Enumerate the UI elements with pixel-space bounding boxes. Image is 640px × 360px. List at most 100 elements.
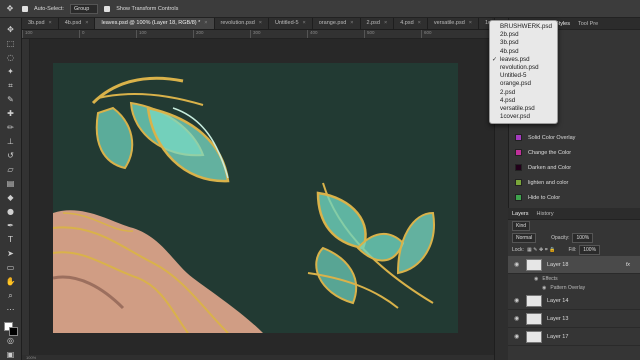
- style-label: lighten and color: [528, 179, 569, 186]
- tab-document[interactable]: 4b.psd ×: [59, 18, 96, 29]
- gradient-icon[interactable]: ▤: [5, 178, 17, 189]
- style-item[interactable]: Hide to Color: [509, 190, 640, 205]
- style-item[interactable]: Change the Color: [509, 145, 640, 160]
- effects-row[interactable]: ◉ Effects: [508, 274, 640, 283]
- crop-icon[interactable]: ⌗: [5, 80, 17, 91]
- document-menu-item[interactable]: BRUSHWERK.psd: [490, 23, 557, 31]
- layer-name: Layer 17: [547, 333, 569, 340]
- tab-document[interactable]: orange.psd ×: [313, 18, 361, 29]
- tab-document[interactable]: 3b.psd ×: [22, 18, 59, 29]
- tab-document[interactable]: versatile.psd ×: [428, 18, 479, 29]
- close-icon[interactable]: ×: [303, 20, 306, 27]
- menu-item-label: 4.psd: [500, 96, 516, 104]
- document-menu-item[interactable]: versatile.psd: [490, 105, 557, 113]
- lock-icons[interactable]: ▦ ✎ ✥ ⌗ 🔒: [527, 247, 556, 253]
- close-icon[interactable]: ×: [469, 20, 472, 27]
- fill-input[interactable]: 100%: [579, 245, 601, 255]
- close-icon[interactable]: ×: [384, 20, 387, 27]
- close-icon[interactable]: ×: [259, 20, 262, 27]
- shape-icon[interactable]: ▭: [5, 262, 17, 273]
- document-canvas[interactable]: [53, 63, 458, 333]
- style-swatch: [515, 134, 522, 141]
- more-tools-icon[interactable]: ⋯: [5, 304, 17, 315]
- close-icon[interactable]: ×: [204, 20, 207, 27]
- move-icon[interactable]: ✥: [5, 24, 17, 35]
- auto-select-dropdown[interactable]: Group: [69, 3, 99, 14]
- layer-row[interactable]: ◉ Layer 17: [508, 328, 640, 346]
- document-menu-item[interactable]: 2.psd: [490, 89, 557, 97]
- transform-controls-checkbox[interactable]: [104, 5, 111, 12]
- close-icon[interactable]: ×: [350, 20, 353, 27]
- tab-document[interactable]: leaves.psd @ 100% (Layer 18, RGB/8) * ×: [95, 18, 215, 29]
- document-menu-item[interactable]: 2b.psd: [490, 31, 557, 39]
- blend-mode-dropdown[interactable]: Normal: [512, 233, 537, 243]
- tab-label: 3b.psd: [28, 20, 45, 26]
- eyedropper-icon[interactable]: ✎: [5, 94, 17, 105]
- stamp-icon[interactable]: ⊥: [5, 136, 17, 147]
- visibility-eye-icon[interactable]: ◉: [514, 333, 521, 340]
- document-menu-item[interactable]: 4.psd: [490, 97, 557, 105]
- layer-row[interactable]: ◉ Layer 14: [508, 292, 640, 310]
- document-menu-item[interactable]: 1cover.psd: [490, 113, 557, 121]
- tab-layers[interactable]: Layers: [512, 211, 529, 217]
- close-icon[interactable]: ×: [418, 20, 421, 27]
- lasso-icon[interactable]: ◌: [5, 52, 17, 63]
- tab-label: 4.psd: [400, 20, 414, 26]
- eraser-icon[interactable]: ▱: [5, 164, 17, 175]
- brush-icon[interactable]: ✏: [5, 122, 17, 133]
- type-icon[interactable]: T: [5, 234, 17, 245]
- eye-icon[interactable]: ◉: [534, 276, 538, 282]
- layer-row[interactable]: ◉ Layer 18 fx: [508, 256, 640, 274]
- ruler-tick-label: 0: [79, 30, 136, 38]
- document-menu-item[interactable]: 4b.psd: [490, 48, 557, 56]
- style-label: Darken and Color: [528, 164, 572, 171]
- tab-document[interactable]: 2.psd ×: [361, 18, 395, 29]
- close-icon[interactable]: ×: [49, 20, 52, 27]
- history-brush-icon[interactable]: ↺: [5, 150, 17, 161]
- eye-icon[interactable]: ◉: [542, 285, 546, 291]
- effect-name: Pattern Overlay: [550, 284, 586, 291]
- move-tool-icon[interactable]: ✥: [4, 3, 16, 14]
- document-menu-item[interactable]: 3b.psd: [490, 39, 557, 47]
- tab-history[interactable]: History: [537, 211, 554, 217]
- document-tabs: 3b.psd × 4b.psd × leaves.psd @ 100% (Layer 1…: [22, 18, 517, 30]
- tab-tool-presets[interactable]: Tool Pre: [578, 21, 598, 27]
- auto-select-checkbox[interactable]: [22, 5, 28, 12]
- color-swatches[interactable]: [3, 322, 18, 336]
- style-item[interactable]: Solid Color Overlay: [509, 130, 640, 145]
- style-item[interactable]: Darken and Color: [509, 160, 640, 175]
- style-item[interactable]: lighten and color: [509, 175, 640, 190]
- blur-icon[interactable]: ◆: [5, 192, 17, 203]
- dodge-icon[interactable]: ●: [5, 206, 17, 217]
- layers-panel: Layers History Kind Normal Opacity: 100%…: [508, 208, 640, 360]
- document-menu-item[interactable]: revolution.psd: [490, 64, 557, 72]
- right-leaf-cluster: [307, 182, 435, 309]
- layer-row[interactable]: ◉ Layer 13: [508, 310, 640, 328]
- close-icon[interactable]: ×: [85, 20, 88, 27]
- document-menu-item[interactable]: orange.psd: [490, 80, 557, 88]
- hand-icon[interactable]: ✋: [5, 276, 17, 287]
- zoom-icon[interactable]: ⌕: [5, 290, 17, 301]
- document-menu-item[interactable]: Untitled-5: [490, 72, 557, 80]
- background-color[interactable]: [8, 327, 18, 336]
- kind-filter-dropdown[interactable]: Kind: [512, 221, 531, 231]
- document-menu-item[interactable]: ✓ leaves.psd: [490, 56, 557, 64]
- visibility-eye-icon[interactable]: ◉: [514, 315, 521, 322]
- path-select-icon[interactable]: ➤: [5, 248, 17, 259]
- quick-mask-icon[interactable]: ◎: [5, 335, 17, 346]
- pen-icon[interactable]: ✒: [5, 220, 17, 231]
- marquee-icon[interactable]: ⬚: [5, 38, 17, 49]
- screen-mode-icon[interactable]: ▣: [5, 349, 17, 360]
- tab-document[interactable]: revolution.psd ×: [215, 18, 269, 29]
- tab-label: 4b.psd: [64, 20, 82, 26]
- opacity-input[interactable]: 100%: [572, 233, 594, 243]
- effect-row[interactable]: ◉ Pattern Overlay: [508, 283, 640, 292]
- tab-document[interactable]: 4.psd ×: [394, 18, 428, 29]
- fx-badge[interactable]: fx: [626, 262, 630, 268]
- magic-wand-icon[interactable]: ✦: [5, 66, 17, 77]
- tab-label: versatile.psd: [433, 20, 465, 26]
- healing-icon[interactable]: ✚: [5, 108, 17, 119]
- visibility-eye-icon[interactable]: ◉: [514, 297, 521, 304]
- visibility-eye-icon[interactable]: ◉: [514, 261, 521, 268]
- tab-document[interactable]: Untitled-5 ×: [269, 18, 313, 29]
